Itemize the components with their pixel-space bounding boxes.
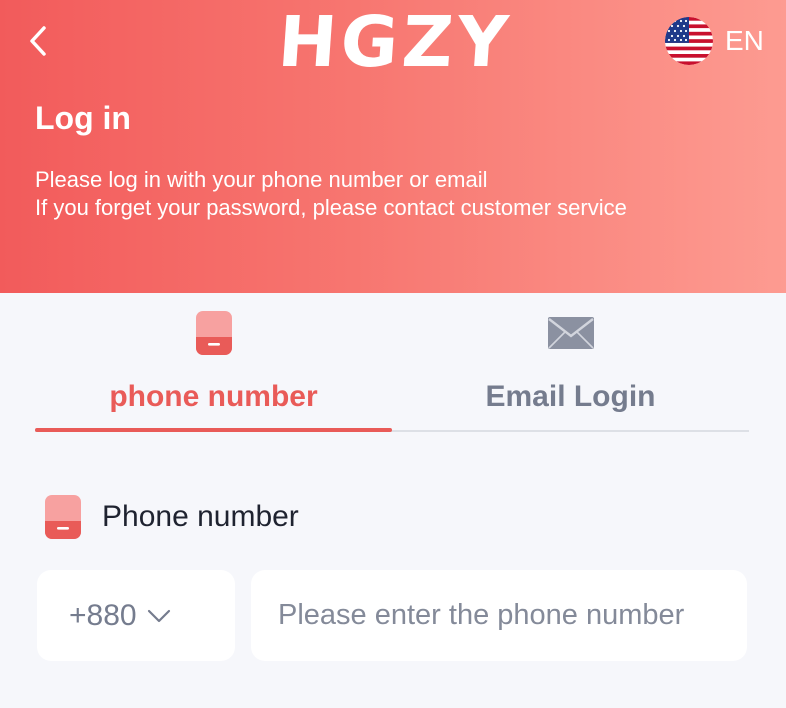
tab-email-login[interactable]: Email Login — [392, 300, 749, 430]
phone-icon — [45, 495, 81, 539]
us-flag-icon — [665, 17, 713, 65]
app-logo: HGZY — [275, 1, 515, 83]
description-line-2: If you forget your password, please cont… — [35, 195, 627, 220]
login-method-tabs: phone number Email Login — [35, 300, 749, 432]
phone-field-label: Phone number — [102, 500, 299, 533]
tab-phone-number[interactable]: phone number — [35, 300, 392, 432]
language-selector[interactable]: EN — [665, 17, 764, 65]
login-description: Please log in with your phone number or … — [35, 166, 627, 222]
tab-phone-number-label: phone number — [109, 380, 318, 413]
chevron-down-icon — [147, 609, 170, 622]
header: HGZY EN Log in Please log in with your p… — [0, 0, 786, 293]
phone-field-label-row: Phone number — [44, 494, 299, 540]
country-code-value: +880 — [69, 598, 137, 632]
envelope-icon — [547, 317, 594, 349]
country-code-select[interactable]: +880 — [37, 570, 235, 661]
phone-icon — [195, 311, 232, 355]
chevron-left-icon — [30, 26, 46, 56]
phone-number-input[interactable] — [251, 570, 747, 661]
description-line-1: Please log in with your phone number or … — [35, 167, 488, 192]
page-title: Log in — [35, 100, 131, 136]
language-label: EN — [725, 25, 764, 56]
tab-email-login-label: Email Login — [485, 380, 656, 413]
back-button[interactable] — [22, 24, 54, 58]
